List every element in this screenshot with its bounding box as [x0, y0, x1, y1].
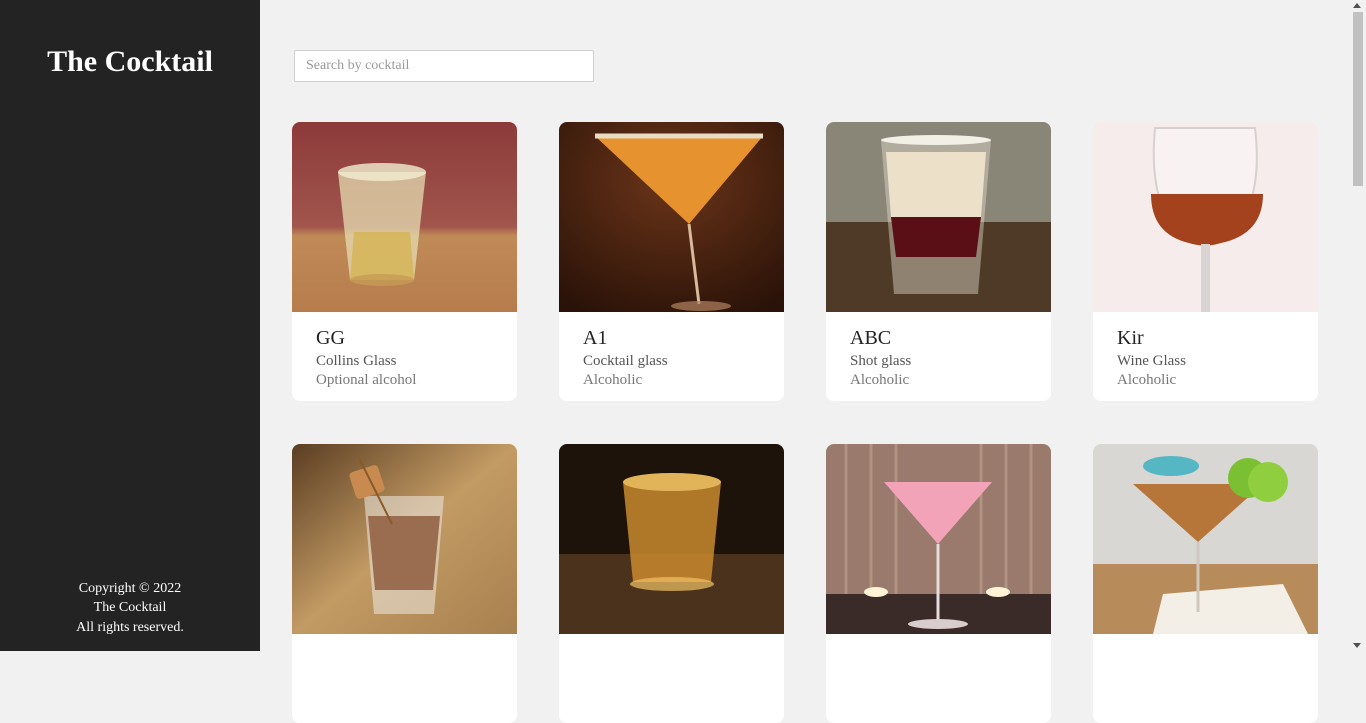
- cocktail-name: ABC: [850, 327, 892, 349]
- cocktail-card[interactable]: [292, 444, 517, 723]
- martini-orange-drink-photo: [559, 122, 784, 312]
- cocktail-card[interactable]: [559, 444, 784, 723]
- footer-rights: All rights reserved.: [76, 619, 184, 635]
- whiskey-shot-glass-photo: [559, 444, 784, 634]
- site-title[interactable]: The Cocktail: [0, 45, 260, 79]
- red-wine-glass-photo: [1093, 122, 1318, 312]
- creamy-shot-with-garnish-photo: [292, 444, 517, 634]
- cocktail-card[interactable]: Kir Wine Glass Alcoholic: [1093, 122, 1318, 401]
- search-input[interactable]: [294, 50, 594, 82]
- rocks-glass-pale-drink-photo: [292, 122, 517, 312]
- cocktail-type: Alcoholic: [583, 372, 643, 388]
- cocktail-glass: Shot glass: [850, 353, 912, 369]
- cocktail-card[interactable]: A1 Cocktail glass Alcoholic: [559, 122, 784, 401]
- cocktail-type: Alcoholic: [1117, 372, 1177, 388]
- cocktail-grid: GG Collins Glass Optional alcohol A1 Coc…: [292, 122, 1318, 723]
- cocktail-type: Optional alcohol: [316, 372, 417, 388]
- footer-brand: The Cocktail: [93, 600, 167, 615]
- cocktail-card[interactable]: GG Collins Glass Optional alcohol: [292, 122, 517, 401]
- main-content: GG Collins Glass Optional alcohol: [260, 0, 1350, 723]
- scroll-down-arrow-icon[interactable]: [1353, 643, 1361, 648]
- cocktail-glass: Wine Glass: [1117, 353, 1186, 369]
- page-scrollbar[interactable]: [1350, 0, 1366, 651]
- scrollbar-thumb[interactable]: [1353, 12, 1363, 186]
- cocktail-card[interactable]: ABC Shot glass Alcoholic: [826, 122, 1051, 401]
- cocktail-card[interactable]: [1093, 444, 1318, 723]
- cocktail-name: Kir: [1117, 327, 1144, 349]
- cocktail-name: GG: [316, 327, 345, 349]
- sidebar: The Cocktail Copyright © 2022 The Cockta…: [0, 0, 260, 651]
- footer-copyright: Copyright © 2022: [78, 580, 182, 596]
- martini-lime-umbrella-photo: [1093, 444, 1318, 634]
- cocktail-card[interactable]: [826, 444, 1051, 723]
- layered-shot-photo: [826, 122, 1051, 312]
- cocktail-type: Alcoholic: [850, 372, 910, 388]
- pink-martini-candles-photo: [826, 444, 1051, 634]
- cocktail-glass: Collins Glass: [316, 353, 397, 369]
- cocktail-name: A1: [583, 327, 608, 349]
- scroll-up-arrow-icon[interactable]: [1353, 3, 1361, 8]
- sidebar-footer: Copyright © 2022 The Cocktail All rights…: [0, 579, 260, 638]
- cocktail-glass: Cocktail glass: [583, 353, 668, 369]
